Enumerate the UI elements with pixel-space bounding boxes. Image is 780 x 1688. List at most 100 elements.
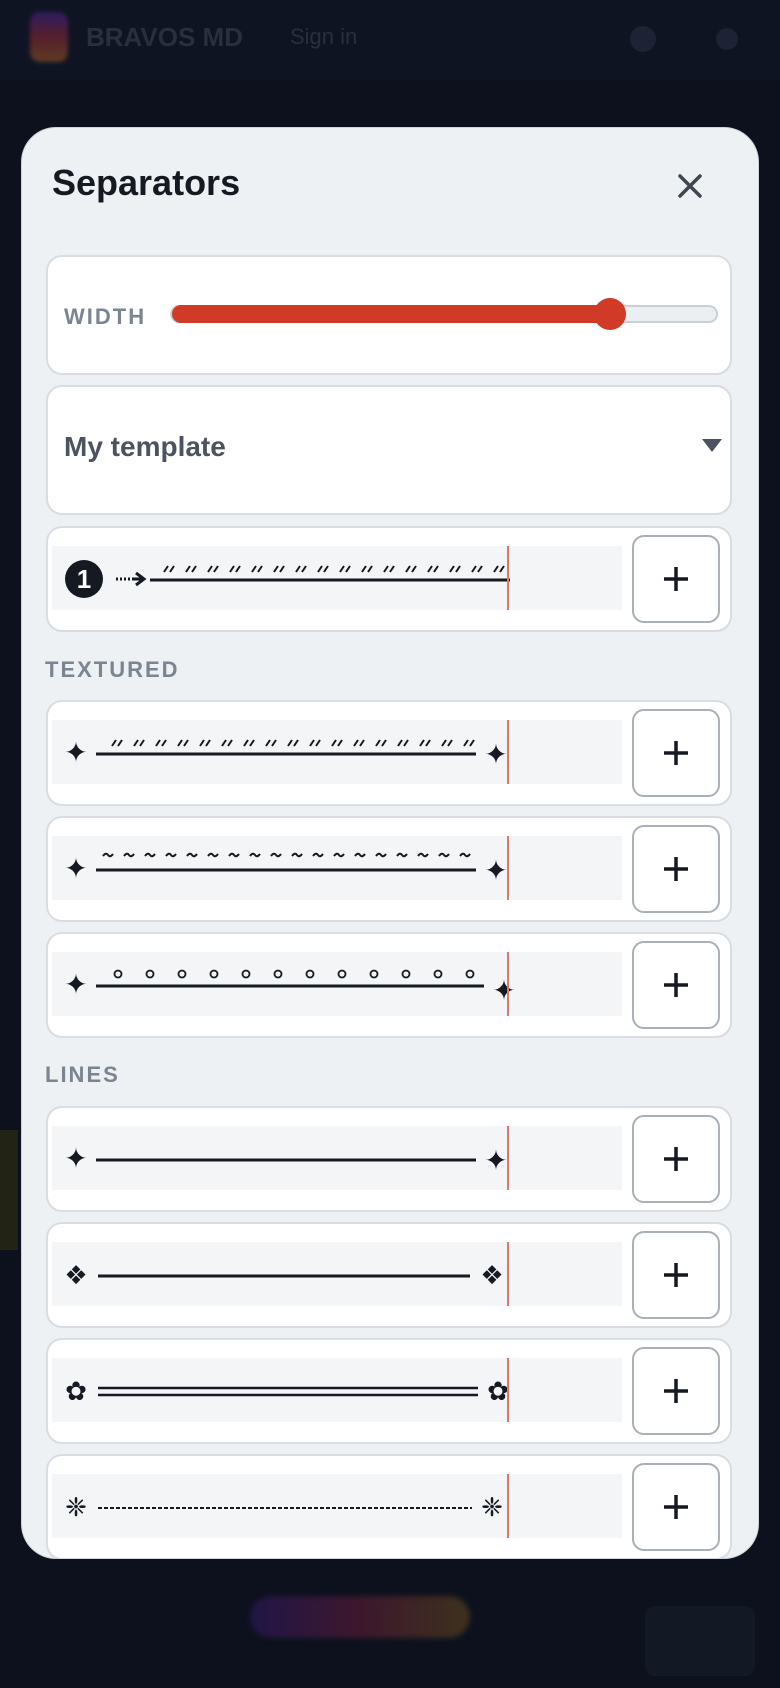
texture-mark <box>449 565 461 573</box>
add-separator-button[interactable] <box>632 1231 720 1319</box>
template-number: 1 <box>77 564 91 594</box>
texture-mark <box>419 739 431 747</box>
separator-preview: ✿ ✿ <box>52 1358 622 1422</box>
separator-item-sparkle-tilde: ✦ ✦ <box>46 816 732 922</box>
texture-mark <box>305 969 315 979</box>
texture-mark <box>397 739 409 747</box>
separator-item-sparkle-line: ✦ ✦ <box>46 1106 732 1212</box>
separator-item-sparkle-dotted: ✦ ✦ <box>46 700 732 806</box>
plus-icon <box>664 567 688 591</box>
texture-mark <box>361 565 373 573</box>
background-avatar <box>630 26 656 52</box>
texture-mark <box>102 852 114 858</box>
background-corner-button <box>645 1606 755 1676</box>
close-button[interactable] <box>670 166 710 206</box>
section-label-lines: LINES <box>45 1062 120 1087</box>
modal-title: Separators <box>52 162 241 203</box>
arrow-icon <box>116 571 147 587</box>
template-select[interactable]: My template <box>46 385 732 515</box>
add-separator-button[interactable] <box>632 1347 720 1435</box>
plus-icon <box>664 1379 688 1403</box>
background-app-title: BRAVOS MD <box>86 22 243 52</box>
width-slider-fill <box>172 305 611 323</box>
flower-icon: ✿ <box>487 1377 509 1407</box>
separator-preview: ❖ ❖ <box>52 1242 622 1306</box>
numbered-circle-icon: 1 <box>65 560 103 598</box>
add-separator-button[interactable] <box>632 1463 720 1551</box>
texture-mark <box>438 852 450 858</box>
asterisk-icon: ❈ <box>481 1493 503 1523</box>
texture-mark <box>207 565 219 573</box>
custom-separator-item: 1 <box>46 526 732 632</box>
separator-item-diamond-line: ❖ ❖ <box>46 1222 732 1328</box>
texture-mark <box>243 739 255 747</box>
add-separator-button[interactable] <box>632 825 720 913</box>
add-separator-button[interactable] <box>632 709 720 797</box>
width-slider-thumb[interactable] <box>594 298 627 330</box>
add-separator-button[interactable] <box>632 1115 720 1203</box>
add-custom-separator-button[interactable] <box>632 535 720 623</box>
texture-mark <box>209 969 219 979</box>
separator-preview: ✦ ✦ <box>52 836 622 900</box>
sparkle-icon: ✦ <box>64 852 87 885</box>
texture-mark <box>265 739 277 747</box>
texture-mark <box>354 852 366 858</box>
texture-mark <box>221 739 233 747</box>
texture-mark <box>333 852 345 858</box>
texture-mark <box>291 852 303 858</box>
texture-mark <box>383 565 395 573</box>
plus-icon <box>664 1263 688 1287</box>
add-separator-button[interactable] <box>632 941 720 1029</box>
template-select-value: My template <box>64 431 226 462</box>
texture-mark <box>433 969 443 979</box>
texture-mark <box>417 852 429 858</box>
texture-mark <box>177 739 189 747</box>
separator-preview: ✦ ✦ <box>52 952 622 1016</box>
texture-mark <box>339 565 351 573</box>
texture-mark <box>401 969 411 979</box>
plus-icon <box>664 1147 688 1171</box>
texture-mark <box>185 565 197 573</box>
texture-mark <box>273 969 283 979</box>
texture-mark <box>228 852 240 858</box>
texture-mark <box>177 969 187 979</box>
texture-mark <box>199 739 211 747</box>
width-slider[interactable] <box>170 298 718 330</box>
diamond-icon: ❖ <box>480 1261 503 1291</box>
texture-mark <box>459 852 471 858</box>
texture-mark <box>207 852 219 858</box>
background-menu-icon <box>716 28 738 50</box>
plus-icon <box>664 1495 688 1519</box>
texture-mark <box>229 565 241 573</box>
separator-preview: ✦ ✦ <box>52 720 622 784</box>
sparkle-icon: ✦ <box>64 1142 87 1175</box>
texture-mark <box>133 739 145 747</box>
separator-preview: 1 <box>52 546 622 610</box>
sparkle-icon: ✦ <box>64 736 87 769</box>
close-icon <box>678 174 702 198</box>
texture-mark <box>353 739 365 747</box>
texture-mark <box>493 565 505 573</box>
texture-mark <box>163 565 175 573</box>
texture-mark <box>165 852 177 858</box>
texture-mark <box>337 969 347 979</box>
separator-preview: ❈ ❈ <box>52 1474 622 1538</box>
flower-icon: ✿ <box>65 1377 87 1407</box>
texture-mark <box>375 739 387 747</box>
texture-mark <box>270 852 282 858</box>
texture-mark <box>273 565 285 573</box>
texture-mark <box>155 739 167 747</box>
texture-mark <box>249 852 261 858</box>
texture-mark <box>111 739 123 747</box>
separators-modal: Separators WIDTH My template 1 TEXTURED … <box>22 128 758 1558</box>
texture-mark <box>287 739 299 747</box>
texture-mark <box>465 969 475 979</box>
texture-mark <box>312 852 324 858</box>
texture-mark <box>113 969 123 979</box>
background-gradient-button <box>250 1596 470 1638</box>
section-label-textured: TEXTURED <box>45 657 180 682</box>
width-label: WIDTH <box>64 304 147 329</box>
background-side-element <box>0 1130 18 1250</box>
sparkle-icon: ✦ <box>492 974 515 1007</box>
texture-mark <box>375 852 387 858</box>
